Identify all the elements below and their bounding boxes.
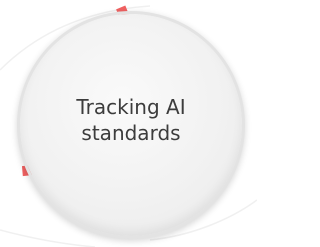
card-title-line-1: Tracking AI — [76, 95, 186, 119]
tracking-ai-standards-card[interactable]: Tracking AI standards — [0, 0, 257, 247]
card-title-line-2: standards — [81, 121, 181, 145]
card-title: Tracking AI standards — [36, 94, 226, 146]
